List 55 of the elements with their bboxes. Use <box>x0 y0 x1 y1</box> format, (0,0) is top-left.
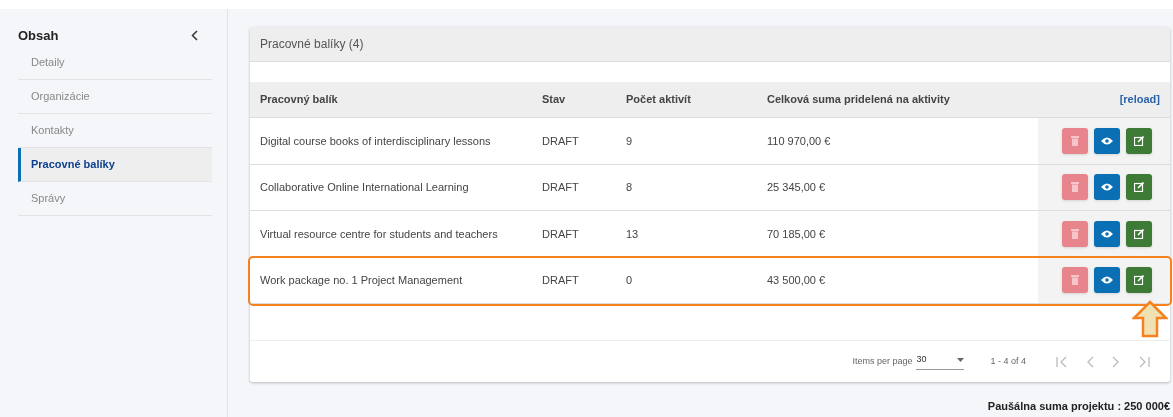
items-per-page-label: Items per page <box>852 354 913 368</box>
sidebar-item[interactable]: Správy <box>18 181 212 216</box>
table-cell-text: 43 500,00 € <box>767 273 827 288</box>
trash-icon <box>1071 182 1079 193</box>
table-cell-text: 110 970,00 € <box>767 133 832 149</box>
table-cell-text: 25 345,00 € <box>767 180 827 195</box>
edit-icon <box>1134 275 1144 286</box>
trash-icon <box>1071 275 1079 286</box>
edit-button[interactable] <box>1126 127 1152 154</box>
trash-icon <box>1071 228 1079 239</box>
table-cell-text: DRAFT <box>542 273 580 288</box>
edit-icon <box>1134 135 1144 146</box>
page-size-select[interactable]: 30 <box>916 353 965 370</box>
up-arrow-icon <box>1132 299 1168 338</box>
sidebar-title: Obsah <box>18 27 59 45</box>
sidebar-item[interactable]: Organizácie <box>18 79 212 114</box>
sidebar-item[interactable]: Pracovné balíky <box>18 147 212 182</box>
dropdown-icon <box>957 358 965 362</box>
eye-icon <box>1101 136 1113 145</box>
view-button[interactable] <box>1094 220 1120 247</box>
table-cell-text: 13 <box>626 226 640 242</box>
trash-icon <box>1071 135 1079 146</box>
column-header: Stav <box>542 92 567 108</box>
collapse-icon[interactable] <box>191 30 198 42</box>
edit-button[interactable] <box>1126 267 1152 294</box>
table-cell-text: 9 <box>626 133 634 149</box>
view-button[interactable] <box>1094 127 1120 154</box>
view-button[interactable] <box>1094 267 1120 294</box>
table-cell-text: DRAFT <box>542 133 580 149</box>
project-total: Paušálna suma projektu : 250 000€ <box>987 398 1170 414</box>
card-title: Pracovné balíky (4) <box>260 36 364 53</box>
table-cell-text: 8 <box>626 180 634 195</box>
edit-icon <box>1134 182 1144 193</box>
table-cell-text: Work package no. 1 Project Management <box>260 273 464 288</box>
edit-button[interactable] <box>1126 220 1152 247</box>
table-cell-text: Collaborative Online International Learning <box>260 180 470 195</box>
edit-button[interactable] <box>1126 174 1152 201</box>
page-range: 1 - 4 of 4 <box>990 354 1026 368</box>
table-cell-text: DRAFT <box>542 180 580 195</box>
table-cell-text: 70 185,00 € <box>767 226 827 242</box>
table-cell-text: DRAFT <box>542 226 580 242</box>
column-header: Celková suma pridelená na aktivity <box>767 92 951 108</box>
table-cell-text: Digital course books of interdisciplinary lessons <box>260 133 492 149</box>
column-header: Pracovný balík <box>260 92 339 108</box>
column-header: Počet aktivít <box>626 92 692 108</box>
table-cell-text: Virtual resource centre for students and teachers <box>260 226 499 242</box>
edit-icon <box>1134 228 1144 239</box>
eye-icon <box>1101 183 1113 192</box>
view-button[interactable] <box>1094 174 1120 201</box>
sidebar-item[interactable]: Detaily <box>18 45 212 80</box>
reload-link[interactable]: [reload] <box>1119 91 1170 108</box>
eye-icon <box>1101 229 1113 238</box>
sidebar-item[interactable]: Kontakty <box>18 113 212 148</box>
eye-icon <box>1101 276 1113 285</box>
table-cell-text: 0 <box>626 273 634 288</box>
